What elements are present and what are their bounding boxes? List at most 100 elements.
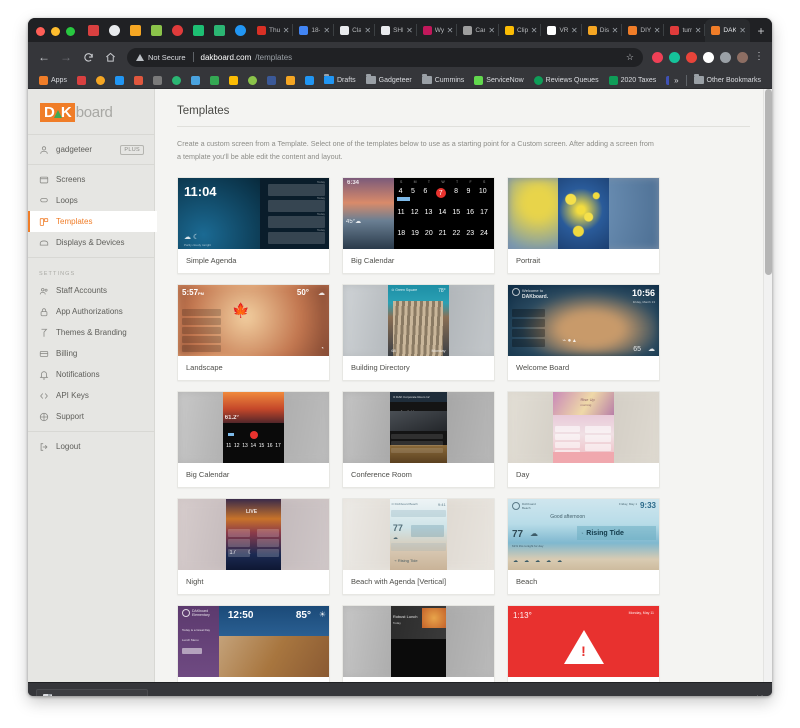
close-tab-icon[interactable]: ✕ <box>571 26 578 35</box>
extension-tabsave[interactable] <box>718 50 733 65</box>
close-tab-icon[interactable]: ✕ <box>283 26 290 35</box>
extension-grammarly[interactable] <box>667 50 682 65</box>
home-button[interactable] <box>100 47 120 67</box>
pinned-tab-3[interactable] <box>125 19 146 42</box>
pinned-tab-1[interactable] <box>83 19 104 42</box>
bookmark-2020-taxes[interactable]: 2020 Taxes <box>604 73 662 88</box>
minimize-window-button[interactable] <box>51 27 60 36</box>
show-all-downloads-button[interactable]: Show All <box>717 695 746 696</box>
close-tab-icon[interactable]: ✕ <box>488 26 495 35</box>
tab-vr[interactable]: VR ✕ <box>541 19 582 42</box>
pinned-tab-4[interactable] <box>146 19 167 42</box>
template-card[interactable]: Portrait <box>507 177 660 275</box>
back-button[interactable]: ← <box>34 47 54 67</box>
bookmark-8[interactable] <box>186 73 205 88</box>
page-scrollbar[interactable] <box>763 89 772 682</box>
sidebar-item-logout[interactable]: Logout <box>28 436 154 457</box>
template-card[interactable]: ⊙ Green Square 78° 68 Monday Building Di… <box>342 284 495 382</box>
tab-clip[interactable]: Clip ✕ <box>499 19 542 42</box>
pinned-tab-8[interactable] <box>230 19 251 42</box>
sidebar-item-app-authorizations[interactable]: App Authorizations <box>28 301 154 322</box>
template-card[interactable]: 61.2° 11 12 13 14 15 16 17 Big Calendar <box>177 391 330 489</box>
bookmark-11[interactable] <box>243 73 262 88</box>
sidebar-item-loops[interactable]: Loops <box>28 190 154 211</box>
close-tab-icon[interactable]: ✕ <box>364 26 371 35</box>
tab-diy[interactable]: DIY ✕ <box>622 19 665 42</box>
tab-dis[interactable]: Dis ✕ <box>582 19 623 42</box>
bookmark-gadgeteer[interactable]: Gadgeteer <box>361 73 417 88</box>
bookmark-10[interactable] <box>224 73 243 88</box>
scrollbar-thumb[interactable] <box>765 89 772 275</box>
bookmark-12[interactable] <box>262 73 281 88</box>
dakboard-logo[interactable]: DK board <box>28 89 154 134</box>
bookmark-servicenow[interactable]: ServiceNow <box>469 73 528 88</box>
tab-car[interactable]: Car ✕ <box>457 19 500 42</box>
sidebar-item-themes-branding[interactable]: Themes & Branding <box>28 322 154 343</box>
bookmark-apps[interactable]: Apps <box>34 73 72 88</box>
bookmark-star-icon[interactable]: ☆ <box>626 52 634 63</box>
sidebar-item-staff-accounts[interactable]: Staff Accounts <box>28 280 154 301</box>
template-card[interactable]: DAKboard Beach Friday, May 1 9:33 Good af… <box>507 498 660 596</box>
template-card[interactable]: ⊙ DAKboard Beach 9:41 77 ☁ ⌁ Rising Tide… <box>342 498 495 596</box>
close-tab-icon[interactable]: ✕ <box>612 26 619 35</box>
reload-button[interactable] <box>78 47 98 67</box>
bookmark-cummins[interactable]: Cummins <box>417 73 470 88</box>
close-tab-icon[interactable]: ✕ <box>654 26 661 35</box>
template-card[interactable]: 1:13° Monday, May 11 ! <box>507 605 660 682</box>
profile-avatar[interactable] <box>735 50 750 65</box>
pinned-tab-2[interactable] <box>104 19 125 42</box>
close-tab-icon[interactable]: ✕ <box>739 26 746 35</box>
bookmark-6[interactable] <box>148 73 167 88</box>
tab-thu[interactable]: Thu ✕ <box>251 19 294 42</box>
tab-cla[interactable]: Cla ✕ <box>334 19 376 42</box>
sidebar-item-screens[interactable]: Screens <box>28 169 154 190</box>
close-tab-icon[interactable]: ✕ <box>531 26 538 35</box>
template-card[interactable]: Welcome to DAKboard. 10:56 Friday, March… <box>507 284 660 382</box>
bookmarks-overflow-button[interactable]: » <box>669 76 683 85</box>
bookmark-covid[interactable]: covid <box>661 73 670 88</box>
pinned-tab-7[interactable] <box>209 19 230 42</box>
bookmark-5[interactable] <box>129 73 148 88</box>
extension-pocket[interactable] <box>650 50 665 65</box>
sidebar-item-api-keys[interactable]: API Keys <box>28 385 154 406</box>
sidebar-item-displays-devices[interactable]: Displays & Devices <box>28 232 154 253</box>
close-shelf-icon[interactable]: ✕ <box>756 694 764 696</box>
sidebar-item-support[interactable]: Support <box>28 406 154 427</box>
address-bar[interactable]: Not Secure dakboard.com /templates ☆ <box>127 47 643 67</box>
tab-dak[interactable]: DAK ✕ <box>705 19 750 42</box>
template-card[interactable]: DAKboard Elementary 12:50 85° ☀ Today is … <box>177 605 330 682</box>
close-window-button[interactable] <box>36 27 45 36</box>
close-tab-icon[interactable]: ✕ <box>406 26 413 35</box>
tab-18-[interactable]: 18- ✕ <box>293 19 335 42</box>
template-card[interactable]: ⊙ DAK Corporate Room 12 ● Available Conf… <box>342 391 495 489</box>
pinned-tab-5[interactable] <box>167 19 188 42</box>
sidebar-item-notifications[interactable]: Notifications <box>28 364 154 385</box>
bookmark-13[interactable] <box>281 73 300 88</box>
pinned-tab-6[interactable] <box>188 19 209 42</box>
template-card[interactable]: Rise Up morning Day <box>507 391 660 489</box>
bookmark-9[interactable] <box>205 73 224 88</box>
download-item[interactable]: Screenshot-20....png ^ <box>36 689 148 696</box>
tab-wy[interactable]: Wy ✕ <box>417 19 458 42</box>
sidebar-item-billing[interactable]: Billing <box>28 343 154 364</box>
tab-turr[interactable]: turr ✕ <box>664 19 706 42</box>
maximize-window-button[interactable] <box>66 27 75 36</box>
close-tab-icon[interactable]: ✕ <box>695 26 702 35</box>
forward-button[interactable]: → <box>56 47 76 67</box>
close-tab-icon[interactable]: ✕ <box>447 26 454 35</box>
new-tab-button[interactable]: + <box>750 20 772 42</box>
bookmark-2[interactable] <box>72 73 91 88</box>
template-card[interactable]: LIVE 17 ☾ Night <box>177 498 330 596</box>
bookmark-reviews-queues[interactable]: Reviews Queues <box>529 73 604 88</box>
bookmark-14[interactable] <box>300 73 319 88</box>
sidebar-item-templates[interactable]: Templates <box>28 211 157 233</box>
extension-honey[interactable] <box>684 50 699 65</box>
bookmark-4[interactable] <box>110 73 129 88</box>
template-card[interactable]: 11:04 Today Today Today Today ☁ ☾ Partly… <box>177 177 330 275</box>
tab-shl[interactable]: SHl ✕ <box>375 19 417 42</box>
bookmark-drafts[interactable]: Drafts <box>319 73 361 88</box>
extension-puzzle[interactable] <box>701 50 716 65</box>
template-card[interactable]: Robust Lunch Today <box>342 605 495 682</box>
other-bookmarks-folder[interactable]: Other Bookmarks <box>689 73 766 88</box>
bookmark-7[interactable] <box>167 73 186 88</box>
